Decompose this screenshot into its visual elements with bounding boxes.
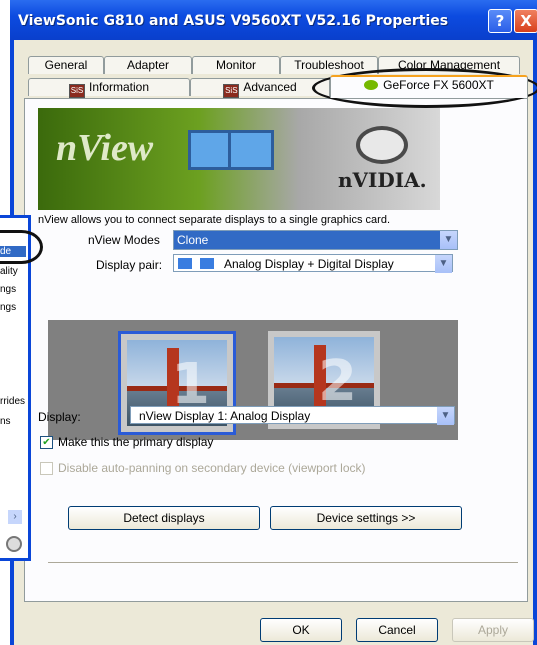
display-pair-label: Display pair: bbox=[96, 258, 163, 272]
properties-window: ViewSonic G810 and ASUS V9560XT V52.16 P… bbox=[10, 0, 537, 645]
tab-information[interactable]: SiS Information bbox=[28, 78, 190, 98]
left-item[interactable]: ngs bbox=[0, 284, 16, 295]
divider bbox=[48, 562, 518, 563]
apply-button[interactable]: Apply bbox=[452, 618, 534, 642]
dialog-client: General Adapter Monitor Troubleshoot Col… bbox=[14, 40, 534, 645]
display-icon bbox=[178, 258, 192, 269]
nview-modes-label: nView Modes bbox=[88, 233, 160, 247]
nvidia-eye-icon bbox=[356, 126, 408, 164]
monitor-pair-icon-2 bbox=[228, 130, 274, 170]
tab-information-label: Information bbox=[88, 80, 150, 94]
left-item[interactable]: ngs bbox=[0, 302, 16, 313]
display-label: Display: bbox=[38, 410, 81, 424]
nview-banner: nView nVIDIA. bbox=[38, 108, 440, 210]
chevron-down-icon[interactable]: ▼ bbox=[440, 231, 457, 249]
scroll-right-icon[interactable]: › bbox=[8, 510, 22, 524]
tab-general[interactable]: General bbox=[28, 56, 104, 74]
window-title: ViewSonic G810 and ASUS V9560XT V52.16 P… bbox=[18, 13, 449, 29]
nview-logo: nView bbox=[56, 127, 154, 169]
description-text: nView allows you to connect separate dis… bbox=[38, 214, 390, 226]
tab-geforce[interactable]: GeForce FX 5600XT bbox=[330, 75, 528, 98]
primary-display-checkbox[interactable]: ✔ bbox=[40, 436, 53, 449]
auto-panning-label: Disable auto-panning on secondary device… bbox=[58, 461, 366, 475]
help-button[interactable]: ? bbox=[488, 9, 512, 33]
background-window: de ality ngs ngs rrides ns › bbox=[0, 215, 31, 561]
nview-modes-value: Clone bbox=[177, 233, 209, 247]
close-button[interactable]: X bbox=[514, 9, 537, 33]
display-select[interactable]: nView Display 1: Analog Display ▼ bbox=[130, 406, 455, 425]
left-item[interactable]: ality bbox=[0, 266, 18, 277]
display-icon-2 bbox=[200, 258, 214, 269]
display-value: nView Display 1: Analog Display bbox=[139, 409, 311, 423]
device-settings-button[interactable]: Device settings >> bbox=[270, 506, 462, 530]
tab-advanced-label: Advanced bbox=[243, 80, 297, 94]
auto-panning-checkbox[interactable] bbox=[40, 462, 53, 475]
cancel-button[interactable]: Cancel bbox=[356, 618, 438, 642]
sis-icon: SiS bbox=[223, 84, 240, 98]
chevron-down-icon[interactable]: ▼ bbox=[437, 407, 454, 425]
left-item[interactable]: rrides bbox=[0, 396, 25, 407]
detect-displays-button[interactable]: Detect displays bbox=[68, 506, 260, 530]
nvidia-icon bbox=[364, 80, 379, 90]
display-pair-select[interactable]: Analog Display + Digital Display ▼ bbox=[173, 254, 453, 273]
annotation-oval-left bbox=[0, 230, 43, 264]
tab-geforce-label: GeForce FX 5600XT bbox=[383, 78, 494, 92]
round-button-icon[interactable] bbox=[6, 536, 22, 552]
tab-adapter[interactable]: Adapter bbox=[104, 56, 192, 74]
primary-display-label: Make this the primary display bbox=[58, 435, 214, 449]
chevron-down-icon[interactable]: ▼ bbox=[435, 255, 452, 273]
title-bar[interactable]: ViewSonic G810 and ASUS V9560XT V52.16 P… bbox=[10, 0, 537, 40]
nview-modes-select[interactable]: Clone ▼ bbox=[173, 230, 458, 250]
display-pair-value: Analog Display + Digital Display bbox=[224, 257, 394, 271]
sis-icon: SiS bbox=[68, 84, 85, 98]
tab-advanced[interactable]: SiS Advanced bbox=[190, 78, 330, 98]
monitor-number: 2 bbox=[318, 349, 357, 414]
nvidia-wordmark: nVIDIA. bbox=[338, 168, 427, 192]
tab-monitor[interactable]: Monitor bbox=[192, 56, 280, 74]
ok-button[interactable]: OK bbox=[260, 618, 342, 642]
left-item[interactable]: ns bbox=[0, 416, 11, 427]
